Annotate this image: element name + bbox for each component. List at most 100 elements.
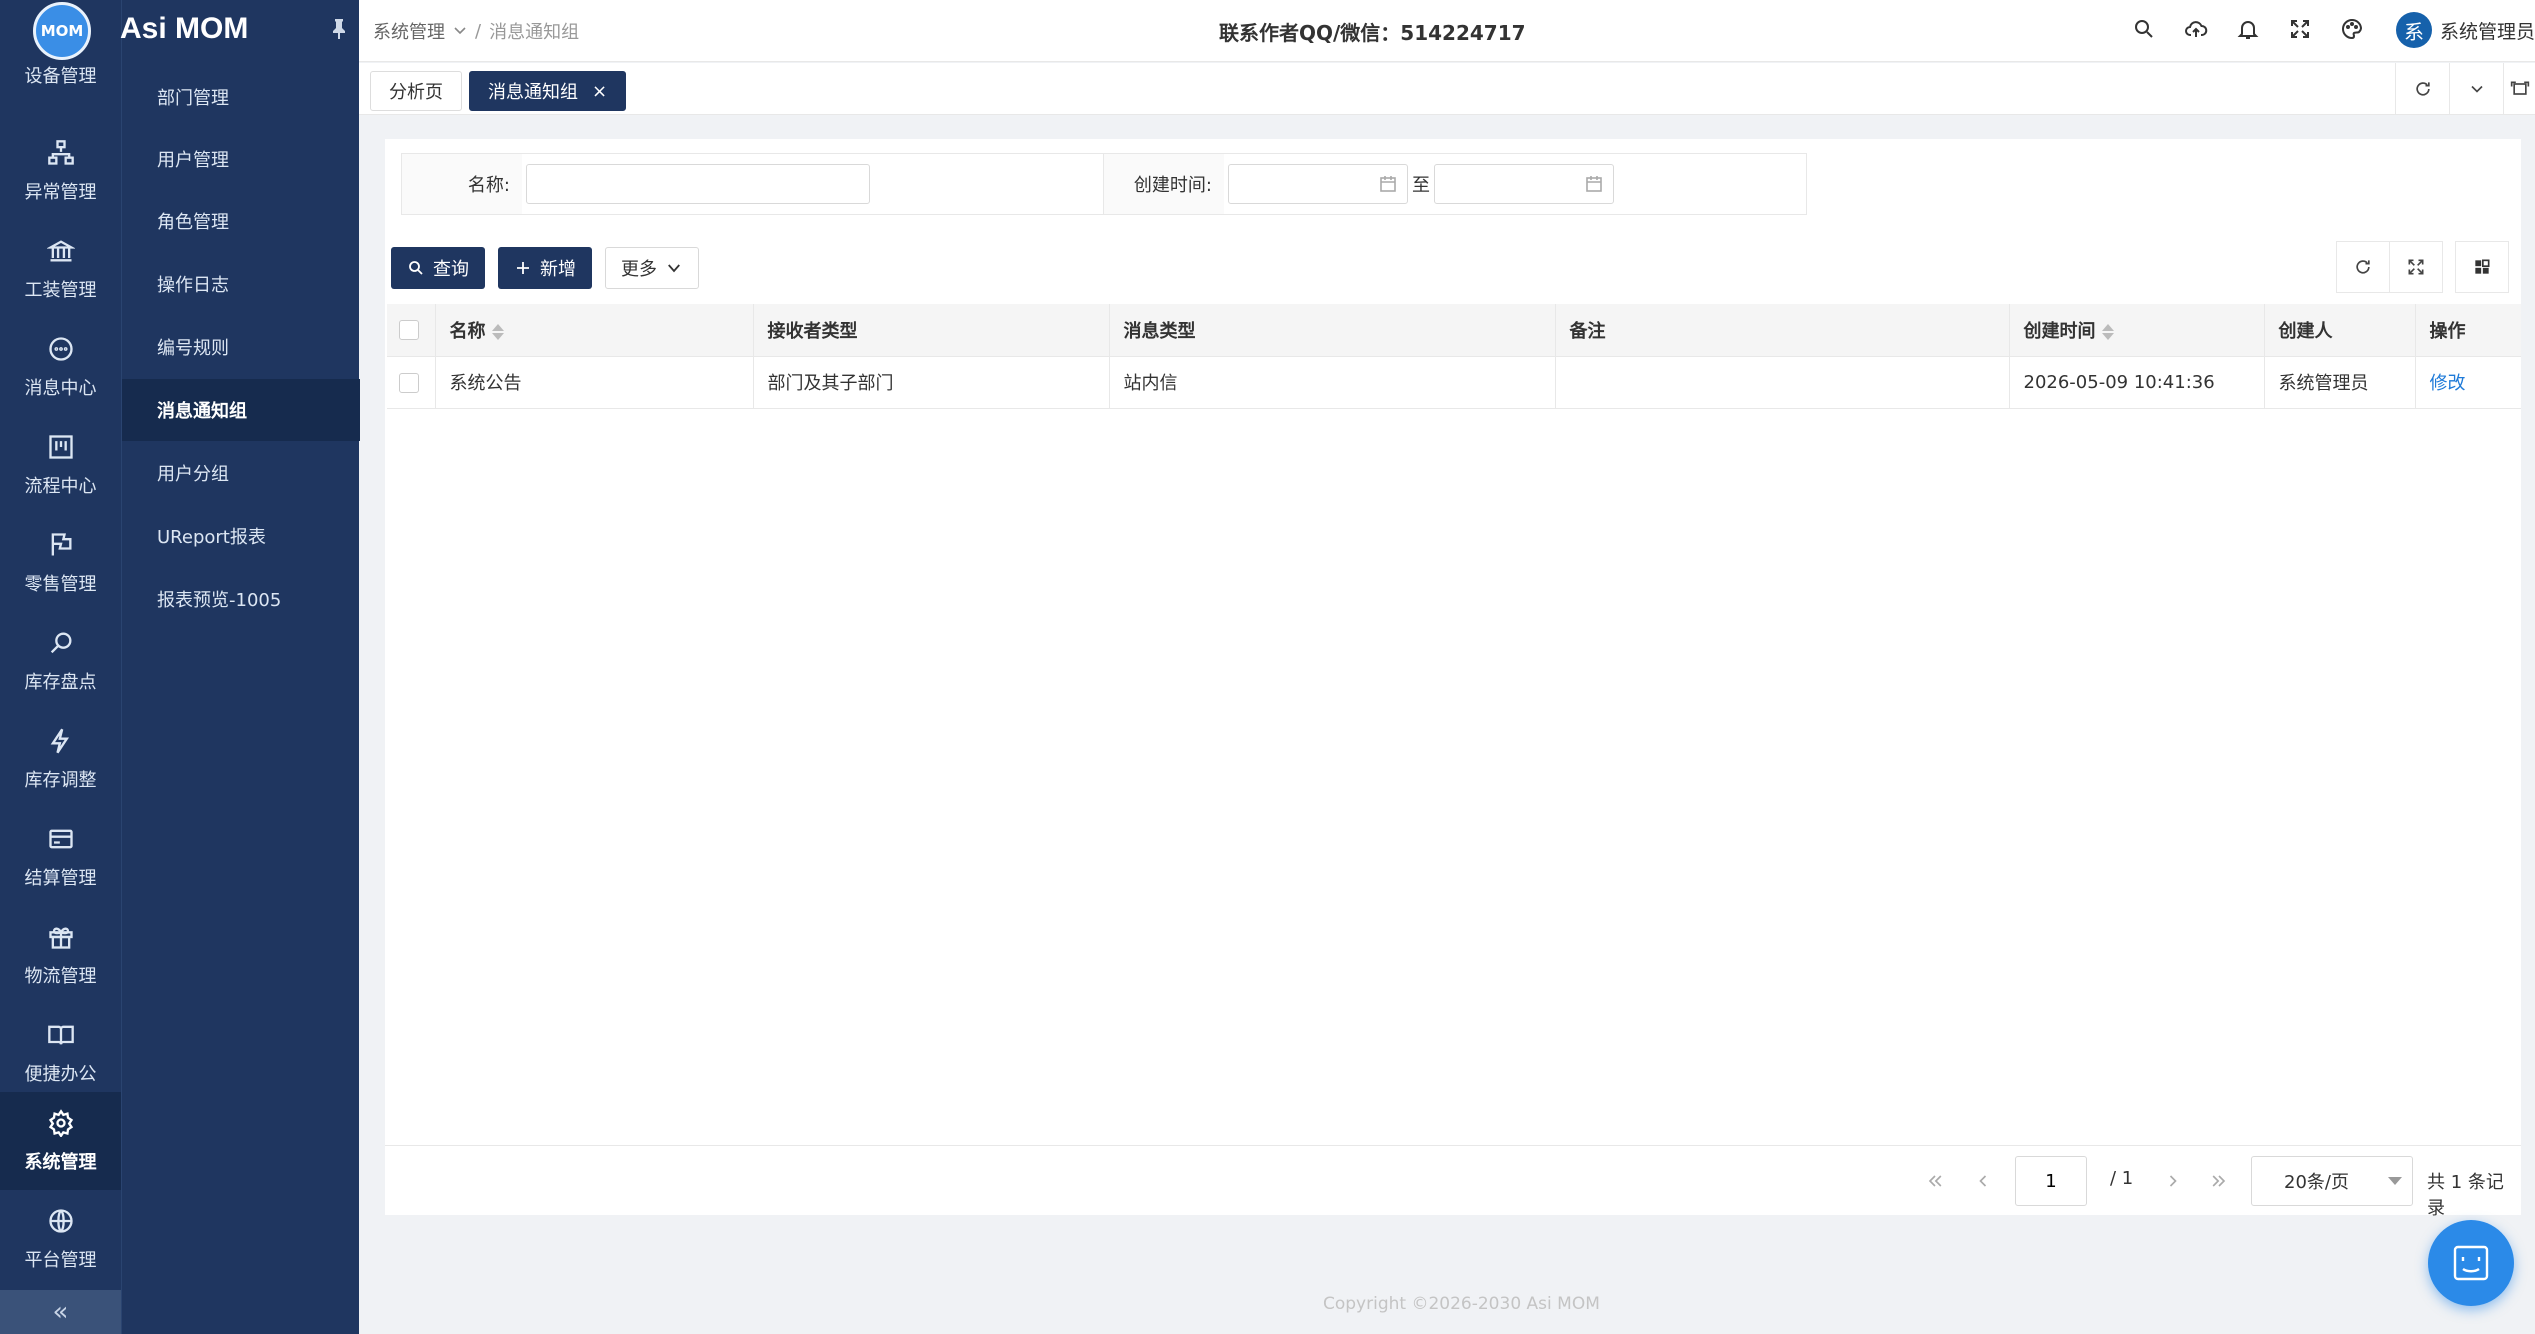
column-header-action: 操作	[2415, 304, 2521, 357]
column-header-label: 创建时间	[2023, 320, 2096, 342]
rail-item-logistics[interactable]: 物流管理	[0, 906, 121, 1004]
tab-bar: 分析页 消息通知组 ×	[359, 63, 2535, 115]
date-range-separator: 至	[1412, 175, 1430, 196]
rail-item-office[interactable]: 便捷办公	[0, 1004, 121, 1102]
user-menu[interactable]: 系 系统管理员	[2395, 12, 2535, 48]
rail-item-equipment[interactable]: 设备管理	[0, 62, 121, 88]
start-date-input[interactable]	[1228, 164, 1408, 204]
rail-item-label: 异常管理	[24, 182, 97, 203]
breadcrumb-root[interactable]: 系统管理	[373, 18, 445, 44]
rail-item-platform[interactable]: 平台管理	[0, 1190, 121, 1288]
rail-item-label: 流程中心	[24, 476, 97, 497]
app-logo[interactable]: MOM	[33, 2, 91, 60]
pin-icon[interactable]	[330, 18, 348, 40]
table-tools	[2336, 241, 2509, 293]
prev-page-icon[interactable]	[1965, 1160, 2001, 1202]
copyright-footer: Copyright ©2026-2030 Asi MOM	[1323, 1294, 1600, 1314]
rail-item-stock-adjust[interactable]: 库存调整	[0, 710, 121, 808]
query-button[interactable]: 查询	[391, 247, 485, 289]
rail-item-settlement[interactable]: 结算管理	[0, 808, 121, 906]
column-header-receiver-type: 接收者类型	[753, 304, 1110, 357]
name-input[interactable]	[526, 164, 870, 204]
submenu-item-department[interactable]: 部门管理	[122, 66, 360, 128]
rail-item-tooling[interactable]: 工装管理	[0, 220, 121, 318]
contact-info: 联系作者QQ/微信：514224717	[1219, 21, 1526, 45]
user-name: 系统管理员	[2439, 20, 2535, 43]
add-button[interactable]: 新增	[498, 247, 592, 289]
brand: Asi MOM	[120, 0, 360, 62]
cell-remark	[1555, 356, 2010, 409]
cell-name: 系统公告	[435, 356, 754, 409]
flag-icon	[46, 530, 76, 560]
fullscreen-icon[interactable]	[2287, 14, 2313, 44]
chat-assistant-button[interactable]	[2428, 1220, 2514, 1306]
submenu-item-user-group[interactable]: 用户分组	[122, 442, 360, 504]
expand-icon[interactable]	[2503, 63, 2535, 115]
tab-label: 消息通知组	[488, 82, 578, 103]
query-button-label: 查询	[433, 259, 469, 280]
sort-icon[interactable]	[491, 323, 504, 340]
more-button[interactable]: 更多	[605, 247, 699, 289]
submenu-item-notify-group[interactable]: 消息通知组	[122, 379, 360, 441]
submenu-item-users[interactable]: 用户管理	[122, 128, 360, 190]
refresh-icon[interactable]	[2395, 63, 2449, 115]
header-icons	[2131, 14, 2365, 44]
chevron-down-icon[interactable]	[2449, 63, 2503, 115]
bolt-icon	[46, 726, 76, 756]
breadcrumb-current: 消息通知组	[489, 22, 580, 43]
end-date-input[interactable]	[1434, 164, 1614, 204]
first-page-icon[interactable]	[1917, 1160, 1953, 1202]
palette-icon[interactable]	[2339, 14, 2365, 44]
cell-creator: 系统管理员	[2264, 356, 2416, 409]
edit-link[interactable]: 修改	[2430, 373, 2466, 394]
rail-item-label: 库存调整	[24, 770, 97, 791]
column-header-message-type: 消息类型	[1109, 304, 1556, 357]
tab-notify-group[interactable]: 消息通知组 ×	[469, 71, 627, 111]
table-header-row: 名称 接收者类型 消息类型 备注 创建时间 创建人 操作	[387, 304, 2521, 357]
columns-icon[interactable]	[2455, 241, 2509, 293]
column-header-creator: 创建人	[2264, 304, 2416, 357]
select-all-checkbox[interactable]	[399, 320, 419, 341]
icon-rail: MOM 设备管理 异常管理 工装管理 消息中心 流程中心 零售管理 库存盘点 库…	[0, 0, 121, 1334]
submenu-item-oplog[interactable]: 操作日志	[122, 253, 360, 315]
rail-item-workflow[interactable]: 流程中心	[0, 416, 121, 514]
submenu-item-roles[interactable]: 角色管理	[122, 190, 360, 252]
chevron-down-icon	[668, 264, 680, 273]
total-pages: / 1	[2110, 1168, 2134, 1189]
fullscreen-icon[interactable]	[2389, 241, 2443, 293]
bell-icon[interactable]	[2235, 14, 2261, 44]
refresh-icon[interactable]	[2336, 241, 2390, 293]
last-page-icon[interactable]	[2201, 1160, 2237, 1202]
robot-icon	[2453, 1245, 2489, 1281]
tab-dashboard[interactable]: 分析页	[370, 71, 462, 111]
page-number-input[interactable]	[2015, 1156, 2087, 1206]
rail-item-retail[interactable]: 零售管理	[0, 514, 121, 612]
page-size-select[interactable]: 20条/页	[2251, 1156, 2413, 1206]
column-header-name[interactable]: 名称	[435, 304, 754, 357]
page-size-value: 20条/页	[2284, 1172, 2349, 1193]
column-header-created[interactable]: 创建时间	[2009, 304, 2265, 357]
sort-icon[interactable]	[2101, 323, 2114, 340]
cell-receiver-type: 部门及其子部门	[753, 356, 1110, 409]
submenu-item-ureport[interactable]: UReport报表	[122, 505, 360, 567]
close-icon[interactable]: ×	[592, 81, 607, 102]
collapse-sidebar-button[interactable]: «	[0, 1290, 121, 1334]
rail-item-system[interactable]: 系统管理	[0, 1092, 121, 1190]
submenu-item-report-preview[interactable]: 报表预览-1005	[122, 568, 360, 630]
name-label: 名称:	[402, 154, 522, 214]
rail-item-exception[interactable]: 异常管理	[0, 122, 121, 220]
search-icon[interactable]	[2131, 14, 2157, 44]
rail-item-stocktake[interactable]: 库存盘点	[0, 612, 121, 710]
chevron-down-icon	[454, 27, 466, 35]
pagination: / 1 20条/页 共 1 条记录	[385, 1145, 2521, 1219]
gift-icon	[46, 922, 76, 952]
rail-item-messages[interactable]: 消息中心	[0, 318, 121, 416]
card-icon	[46, 824, 76, 854]
submenu-item-numbering[interactable]: 编号规则	[122, 316, 360, 378]
cloud-upload-icon[interactable]	[2183, 14, 2209, 44]
next-page-icon[interactable]	[2155, 1160, 2191, 1202]
row-checkbox[interactable]	[399, 372, 419, 393]
cell-message-type: 站内信	[1109, 356, 1556, 409]
bank-icon	[46, 236, 76, 266]
chat-icon	[46, 334, 76, 364]
